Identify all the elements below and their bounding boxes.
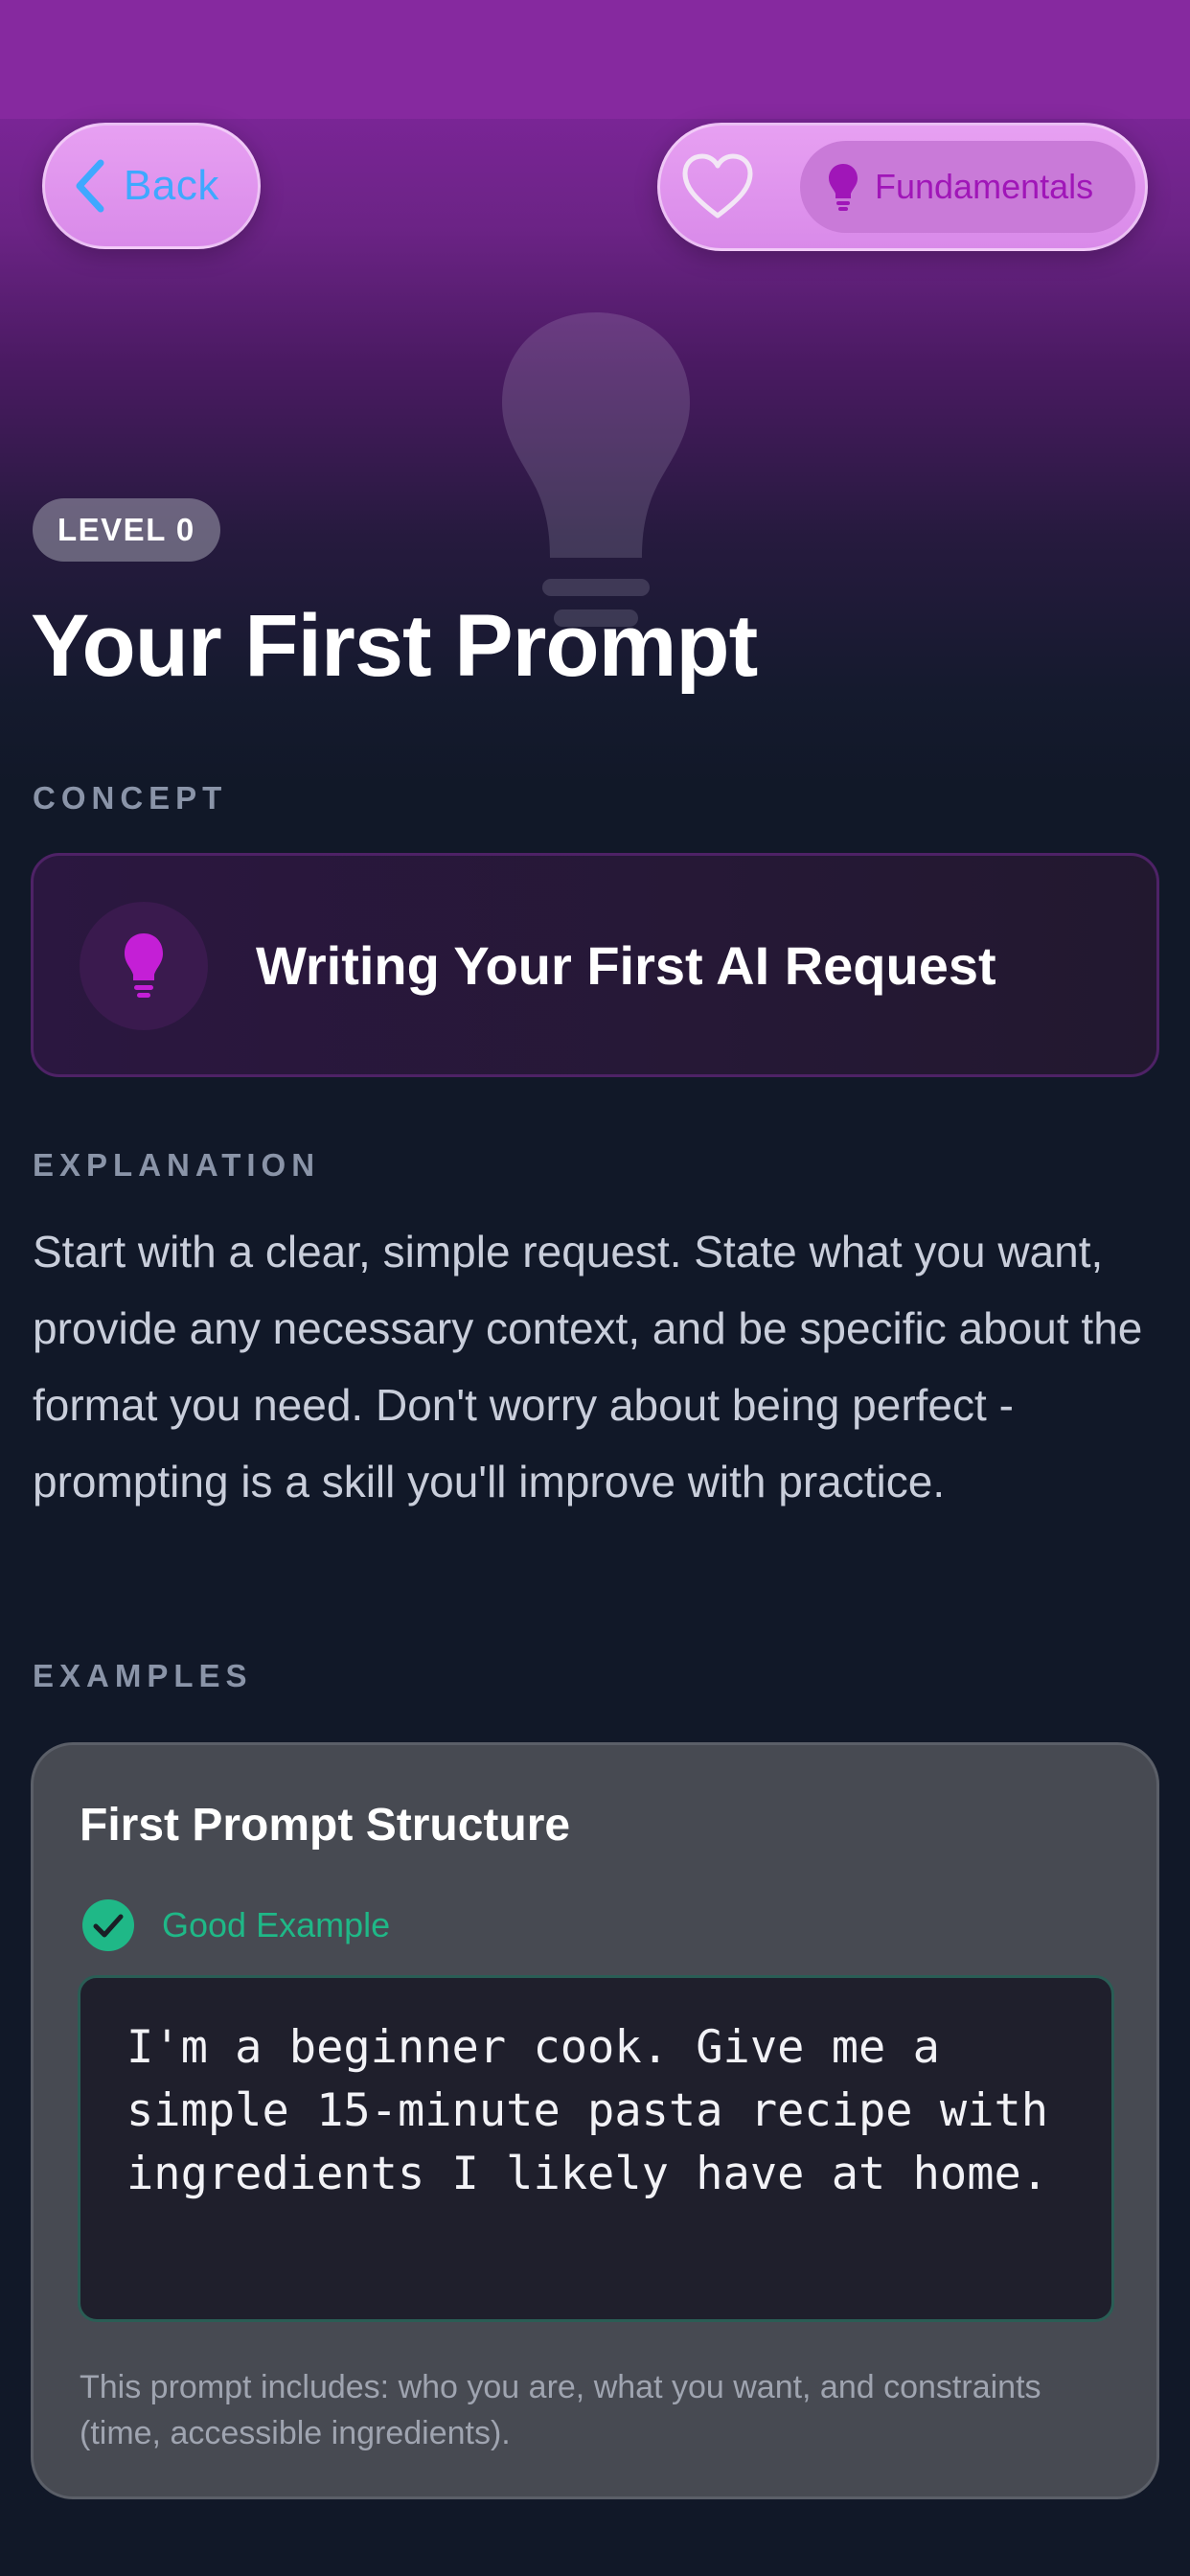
favorite-button[interactable] [681, 152, 754, 221]
heart-outline-icon [682, 153, 753, 218]
examples-section-label: EXAMPLES [33, 1658, 253, 1693]
back-label: Back [124, 162, 219, 209]
lightbulb-icon [829, 164, 858, 211]
chevron-left-icon [76, 159, 104, 213]
example-status: Good Example [81, 1898, 390, 1952]
category-label: Fundamentals [875, 167, 1094, 206]
example-note: This prompt includes: who you are, what … [80, 2369, 1041, 2451]
page-title: Your First Prompt [31, 597, 758, 695]
explanation-text: Start with a clear, simple request. Stat… [33, 1227, 1143, 1506]
back-button[interactable]: Back [42, 123, 261, 249]
concept-card: Writing Your First AI Request [31, 853, 1159, 1077]
example-prompt-text: I'm a beginner cook. Give me a simple 15… [126, 2021, 1076, 2200]
status-bar-area [0, 0, 1190, 119]
example-prompt-box: I'm a beginner cook. Give me a simple 15… [78, 1975, 1114, 2322]
concept-title: Writing Your First AI Request [256, 934, 996, 996]
check-circle-icon [82, 1899, 134, 1951]
good-example-label: Good Example [162, 1905, 391, 1944]
category-chip[interactable]: Fundamentals [800, 141, 1135, 233]
example-title: First Prompt Structure [80, 1800, 571, 1851]
level-badge: LEVEL 0 [33, 498, 220, 562]
header-actions: Fundamentals [657, 123, 1148, 251]
example-card: First Prompt Structure Good Example I'm … [31, 1742, 1159, 2499]
explanation-section-label: EXPLANATION [33, 1147, 321, 1183]
lightbulb-watermark-icon [502, 312, 690, 627]
lightbulb-icon [125, 933, 163, 998]
concept-section-label: CONCEPT [33, 780, 228, 816]
concept-icon-badge [80, 902, 208, 1030]
